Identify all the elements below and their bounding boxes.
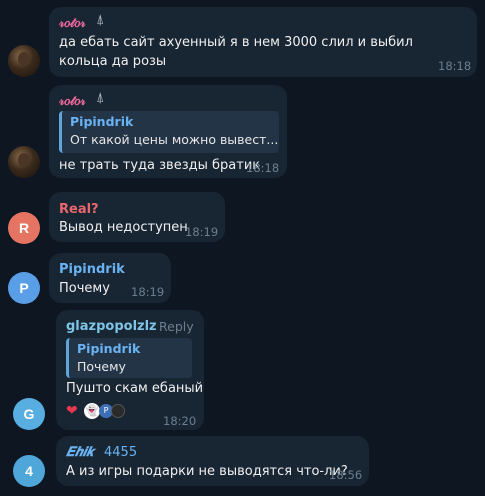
avatar[interactable] — [8, 45, 40, 77]
reply-quote[interactable]: Pipindrik От какой цены можно вывест... — [59, 111, 279, 153]
reply-sender: Pipindrik — [77, 341, 141, 356]
avatar-letter: R — [18, 220, 30, 236]
message-bubble[interactable]: glazpopolzlz Reply Pipindrik Почему Пушт… — [56, 310, 204, 430]
sender-name[interactable]: 𝑬𝒉𝒊𝒌 — [66, 445, 94, 460]
message-text: Почему — [59, 281, 110, 296]
message-time: 18:18 — [246, 161, 280, 175]
avatar-letter: 4 — [25, 463, 33, 479]
reactions[interactable]: ❤ 👻 P — [66, 403, 136, 423]
message-time: 18:19 — [131, 285, 165, 299]
message-bubble[interactable]: 𝓇𝑜𝓉𝑜𝓇 ⍋ Pipindrik От какой цены можно вы… — [49, 85, 287, 178]
avatar[interactable]: 4 — [13, 455, 45, 487]
message-time: 18:19 — [185, 225, 219, 239]
message-time: 18:20 — [163, 414, 197, 428]
reply-sender: Pipindrik — [70, 114, 134, 129]
avatar[interactable] — [8, 146, 40, 178]
sender-name[interactable]: glazpopolzlz — [66, 319, 157, 334]
message-text: да ебать сайт ахуенный я в нем 3000 слил… — [59, 35, 413, 69]
reply-quote[interactable]: Pipindrik Почему — [66, 338, 192, 378]
message-time: 18:56 — [329, 468, 363, 482]
reply-text: От какой цены можно вывест... — [70, 132, 278, 147]
avatar[interactable]: G — [13, 398, 45, 430]
avatar-letter: P — [19, 280, 29, 296]
reaction-avatar[interactable] — [111, 404, 125, 418]
message-bubble[interactable]: Pipindrik Почему 18:19 — [49, 253, 171, 303]
avatar[interactable]: P — [8, 272, 40, 304]
message-bubble[interactable]: Real? Вывод недоступен 18:19 — [49, 192, 225, 242]
sender-name[interactable]: Pipindrik — [59, 262, 125, 277]
sender-suffix: 4455 — [104, 445, 138, 460]
sender-name[interactable]: Real? — [59, 202, 99, 217]
reply-text: Почему — [77, 359, 126, 374]
rocket-icon: ⍋ — [96, 90, 105, 106]
message-bubble[interactable]: 𝑬𝒉𝒊𝒌 4455 А из игры подарки не выводятся… — [56, 436, 369, 486]
avatar-letter: G — [23, 406, 35, 422]
message-text: Пушто скам ебаный — [66, 381, 204, 396]
rocket-icon: ⍋ — [96, 12, 105, 28]
sender-name[interactable]: 𝓇𝑜𝓉𝑜𝓇 — [59, 16, 86, 31]
heart-icon[interactable]: ❤ — [66, 403, 78, 419]
sender-name[interactable]: 𝓇𝑜𝓉𝑜𝓇 — [59, 94, 86, 109]
avatar[interactable]: R — [8, 212, 40, 244]
ghost-icon[interactable]: 👻 — [84, 403, 100, 419]
message-text: А из игры подарки не выводятся что-ли? — [66, 464, 348, 479]
message-time: 18:18 — [438, 59, 472, 73]
message-text: не трать туда звезды братик — [59, 158, 261, 173]
reply-link[interactable]: Reply — [159, 319, 194, 334]
message-text: Вывод недоступен — [59, 220, 188, 235]
message-bubble[interactable]: 𝓇𝑜𝓉𝑜𝓇 ⍋ да ебать сайт ахуенный я в нем 3… — [49, 7, 477, 77]
